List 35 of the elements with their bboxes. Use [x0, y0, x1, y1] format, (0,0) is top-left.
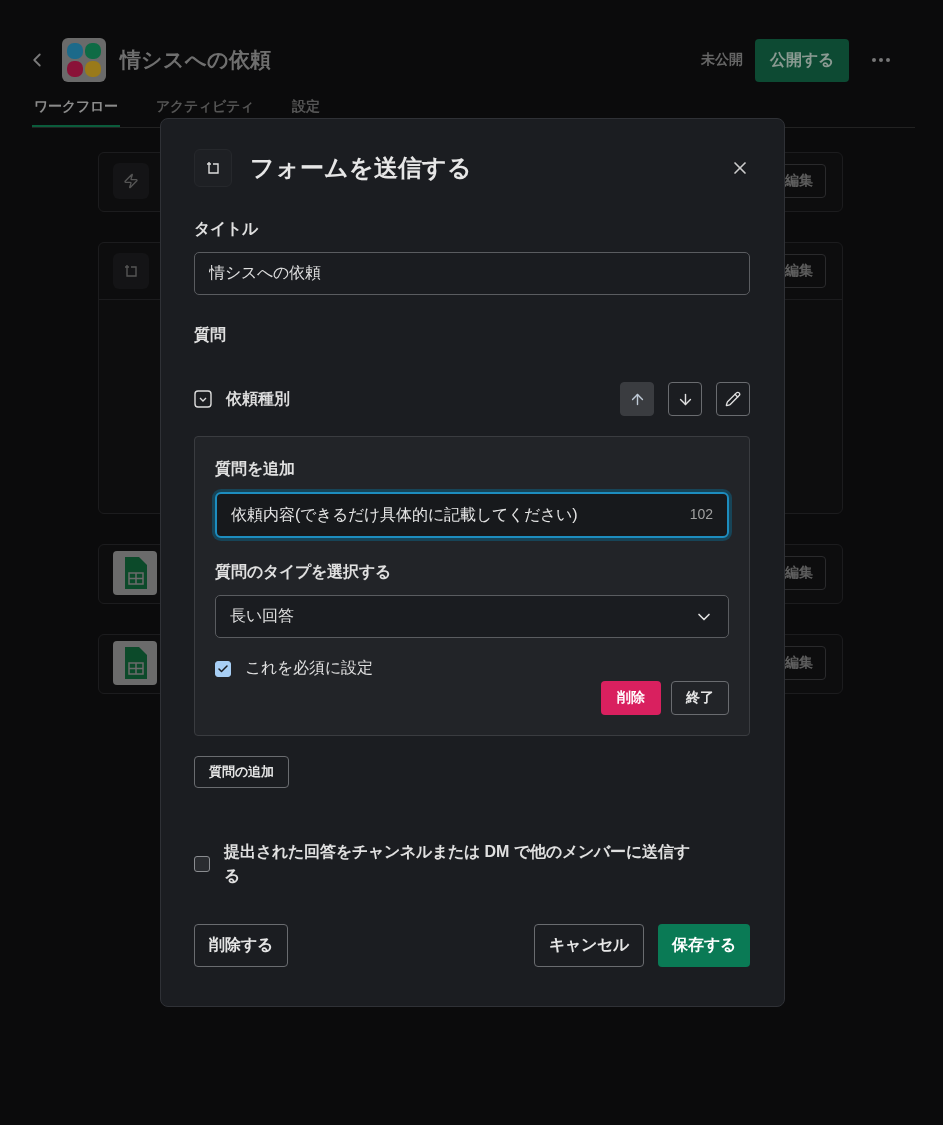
lightning-icon [123, 173, 139, 189]
check-icon [217, 662, 229, 675]
app-logo [62, 38, 106, 82]
field-label: 質問を追加 [215, 459, 296, 479]
field-label: タイトル [194, 219, 259, 239]
title-field[interactable]: 情シスへの依頼 [194, 252, 750, 295]
dialog-title: フォームを送信する [250, 153, 473, 183]
required-checkbox[interactable] [215, 660, 231, 677]
character-count: 102 [689, 506, 713, 522]
form-icon [123, 263, 139, 279]
question-label: 依頼種別 [226, 388, 291, 409]
form-icon [205, 160, 221, 176]
done-button[interactable]: 終了 [671, 681, 729, 715]
spreadsheet-icon [113, 551, 157, 595]
add-question-button[interactable]: 質問の追加 [194, 756, 289, 788]
delete-button[interactable]: 削除する [194, 924, 288, 967]
field-label: 質問のタイプを選択する [215, 562, 392, 582]
workflow-title: 情シスへの依頼 [120, 47, 272, 73]
checkbox-label: これを必須に設定 [245, 658, 373, 678]
tab[interactable]: ワークフロー [32, 92, 120, 127]
send-checkbox[interactable] [194, 856, 210, 872]
checkbox-label: 提出された回答をチャンネルまたは DM で他のメンバーに送信する [224, 842, 691, 886]
spreadsheet-icon [113, 641, 157, 685]
status-label: 未公開 [701, 51, 743, 69]
edit-question-button[interactable] [716, 382, 750, 416]
question-type-select[interactable]: 長い回答 [215, 595, 729, 638]
move-down-button[interactable] [668, 382, 702, 416]
pencil-icon [725, 391, 741, 407]
move-up-button[interactable] [620, 382, 654, 416]
save-button[interactable]: 保存する [658, 924, 750, 967]
publish-button[interactable]: 公開する [755, 38, 849, 82]
delete-button[interactable]: 削除 [601, 681, 661, 715]
cancel-button[interactable]: キャンセル [534, 924, 644, 967]
dropdown-question-icon [194, 390, 212, 408]
section-label: 質問 [194, 325, 227, 345]
